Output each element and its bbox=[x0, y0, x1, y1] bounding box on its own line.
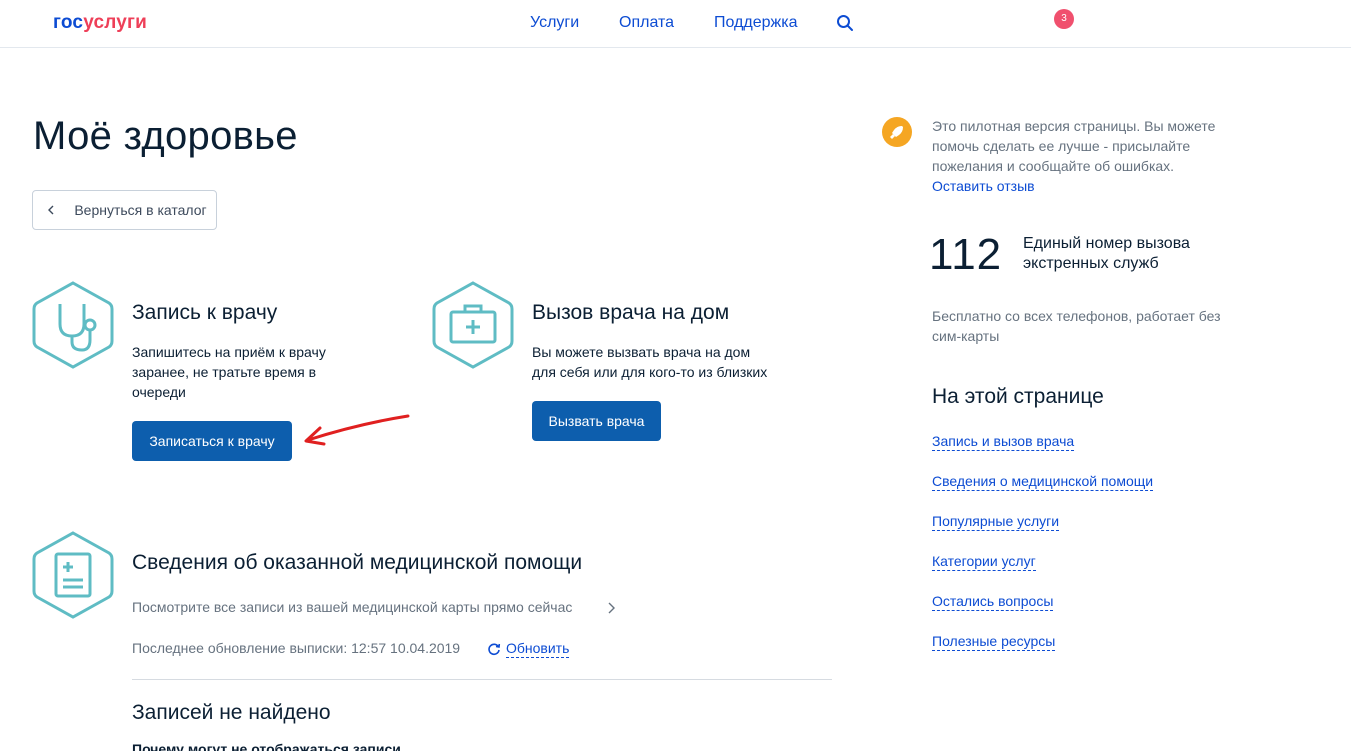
section-title-medical-records: Сведения об оказанной медицинской помощи bbox=[132, 551, 583, 574]
on-this-page-title: На этой странице bbox=[932, 385, 1104, 408]
back-to-catalog-label: Вернуться в каталог bbox=[74, 202, 207, 218]
refresh-link[interactable]: Обновить bbox=[506, 640, 570, 658]
card-title-appointment: Запись к врачу bbox=[132, 301, 278, 324]
card-title-home-visit: Вызов врача на дом bbox=[532, 301, 730, 324]
toc-item-popular-services[interactable]: Популярные услуги bbox=[932, 513, 1060, 531]
page-title: Моё здоровье bbox=[33, 114, 298, 158]
toc-item-medical-info[interactable]: Сведения о медицинской помощи bbox=[932, 473, 1154, 491]
toc-item-appointment[interactable]: Запись и вызов врача bbox=[932, 433, 1075, 451]
search-icon[interactable] bbox=[836, 14, 854, 32]
refresh-icon[interactable] bbox=[487, 642, 501, 656]
rocket-icon bbox=[882, 117, 912, 147]
why-no-records-heading: Почему могут не отображаться записи bbox=[132, 741, 401, 751]
medical-document-icon bbox=[32, 531, 114, 619]
emergency-free-note: Бесплатно со всех телефонов, работает бе… bbox=[932, 308, 1221, 344]
annotation-arrow-icon bbox=[304, 414, 410, 446]
leave-feedback-link[interactable]: Оставить отзыв bbox=[932, 178, 1035, 194]
pilot-version-notice: Это пилотная версия страницы. Вы можете … bbox=[932, 118, 1216, 194]
section-divider bbox=[132, 679, 832, 680]
no-records-title: Записей не найдено bbox=[132, 701, 331, 724]
book-doctor-button[interactable]: Записаться к врачу bbox=[132, 421, 292, 461]
chevron-left-icon bbox=[48, 205, 54, 215]
emergency-number: 112 bbox=[929, 230, 1003, 279]
emergency-number-label: Единый номер вызова экстренных служб bbox=[1023, 235, 1190, 272]
last-update-label: Последнее обновление выписки: 12:57 10.0… bbox=[132, 640, 461, 656]
medkit-icon bbox=[432, 281, 514, 369]
toc-item-questions[interactable]: Остались вопросы bbox=[932, 593, 1054, 611]
card-desc-home-visit: Вы можете вызвать врача на дом для себя … bbox=[532, 344, 768, 380]
stethoscope-icon bbox=[32, 281, 114, 369]
card-desc-appointment: Запишитесь на приём к врачу заранее, не … bbox=[132, 344, 326, 400]
nav-services[interactable]: Услуги bbox=[530, 14, 579, 32]
nav-support[interactable]: Поддержка bbox=[714, 14, 797, 32]
gosuslugi-logo[interactable]: госуслуги bbox=[53, 12, 147, 34]
call-doctor-button[interactable]: Вызвать врача bbox=[532, 401, 661, 441]
top-header: госуслуги Услуги Оплата Поддержка 3 bbox=[0, 0, 1351, 48]
view-records-link[interactable]: Посмотрите все записи из вашей медицинск… bbox=[132, 599, 572, 615]
toc-item-categories[interactable]: Категории услуг bbox=[932, 553, 1036, 571]
chevron-right-icon[interactable] bbox=[606, 602, 616, 614]
notification-badge[interactable]: 3 bbox=[1054, 9, 1074, 29]
back-to-catalog-button[interactable]: Вернуться в каталог bbox=[32, 190, 217, 230]
nav-payment[interactable]: Оплата bbox=[619, 14, 674, 32]
toc-item-resources[interactable]: Полезные ресурсы bbox=[932, 633, 1056, 651]
